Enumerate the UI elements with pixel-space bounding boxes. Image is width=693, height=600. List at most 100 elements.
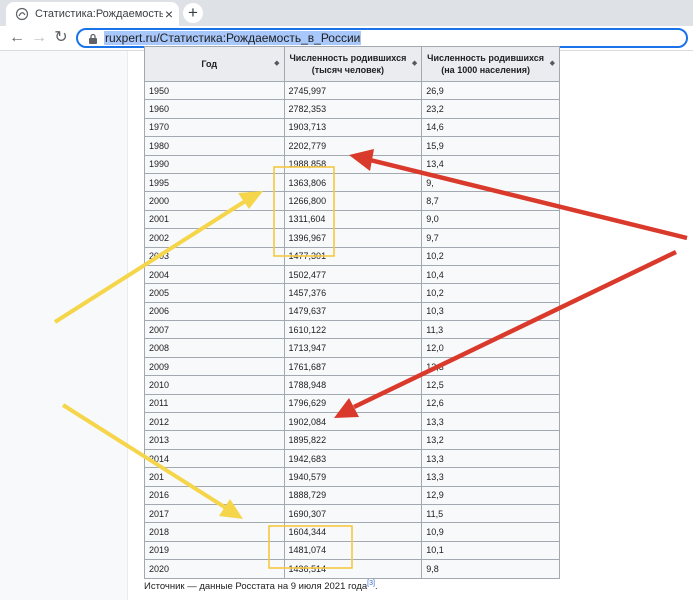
sort-icon[interactable]: ◆: [274, 58, 279, 70]
header-births-per-1000-label: Численность родившихся (на 1000 населени…: [427, 53, 545, 75]
header-year[interactable]: Год ◆: [144, 46, 285, 82]
cell-births-per-1000: 13,3: [421, 412, 560, 432]
cell-year: 1995: [144, 172, 285, 193]
table-row: 1990 1988,858 13,4: [144, 154, 560, 174]
cell-year: 2013: [144, 430, 285, 450]
cell-year: 2011: [144, 393, 285, 414]
cell-year: 2003: [144, 246, 285, 266]
cell-births-thousands: 1311,604: [283, 209, 423, 230]
cell-births-thousands: 1940,579: [283, 467, 423, 487]
back-arrow-icon[interactable]: ←: [6, 27, 28, 49]
cell-births-per-1000: 10,3: [421, 301, 560, 322]
table-row: 1995 1363,806 9,: [144, 172, 560, 193]
cell-births-per-1000: 13,2: [421, 430, 560, 450]
cell-births-thousands: 1761,687: [283, 356, 423, 377]
cell-births-thousands: 1988,858: [283, 154, 423, 174]
cell-births-per-1000: 15,9: [421, 136, 560, 156]
cell-year: 2007: [144, 320, 285, 340]
cell-births-thousands: 1903,713: [283, 117, 423, 138]
cell-year: 2009: [144, 356, 285, 377]
table-row: 2006 1479,637 10,3: [144, 301, 560, 322]
cell-births-per-1000: 13,4: [421, 154, 560, 174]
cell-births-thousands: 1477,301: [283, 246, 423, 266]
cell-births-per-1000: 12,3: [421, 356, 560, 377]
cell-year: 2020: [144, 559, 285, 579]
table-body: 1950 2745,997 26,9 1960 2782,353 23,2 1970 1903…: [144, 80, 560, 579]
cell-births-per-1000: 10,2: [421, 283, 560, 303]
table-row: 2012 1902,084 13,3: [144, 412, 560, 432]
tab-title: Статистика:Рождаемость в Росс: [35, 8, 163, 20]
cell-births-thousands: 1479,637: [283, 301, 423, 322]
cell-births-thousands: 2745,997: [283, 80, 423, 101]
cell-year: 1980: [144, 136, 285, 156]
cell-births-thousands: 1713,947: [283, 338, 423, 358]
table-row: 1960 2782,353 23,2: [144, 99, 560, 119]
cell-year: 2001: [144, 209, 285, 230]
table-row: 2018 1604,344 10,9: [144, 522, 560, 542]
table-row: 2011 1796,629 12,6: [144, 393, 560, 414]
source-text: Источник — данные Росстата на 9 июля 202…: [144, 581, 368, 593]
cell-births-per-1000: 10,2: [421, 246, 560, 266]
cell-births-thousands: 1788,948: [283, 375, 423, 395]
cell-births-per-1000: 13,3: [421, 467, 560, 487]
cell-year: 2008: [144, 338, 285, 358]
table-row: 2007 1610,122 11,3: [144, 320, 560, 340]
sort-icon[interactable]: ◆: [550, 58, 555, 70]
cell-births-thousands: 1396,967: [283, 228, 423, 248]
table-row: 2013 1895,822 13,2: [144, 430, 560, 450]
address-url[interactable]: ruxpert.ru/Статистика:Рождаемость_в_Росс…: [104, 31, 362, 45]
cell-births-per-1000: 26,9: [421, 80, 560, 101]
header-births-per-1000[interactable]: Численность родившихся (на 1000 населени…: [421, 46, 560, 82]
cell-births-per-1000: 12,9: [421, 485, 560, 505]
cell-births-per-1000: 10,1: [421, 540, 560, 561]
sort-icon[interactable]: ◆: [412, 58, 417, 70]
cell-births-thousands: 1266,800: [283, 191, 423, 211]
table-row: 2001 1311,604 9,0: [144, 209, 560, 230]
table-row: 1980 2202,779 15,9: [144, 136, 560, 156]
cell-year: 2010: [144, 375, 285, 395]
table-row: 201 1940,579 13,3: [144, 467, 560, 487]
cell-births-thousands: 1888,729: [283, 485, 423, 505]
cell-births-per-1000: 11,3: [421, 320, 560, 340]
forward-arrow-icon[interactable]: →: [28, 27, 50, 49]
tab-close-icon[interactable]: ×: [165, 5, 173, 23]
cell-births-thousands: 1690,307: [283, 503, 423, 524]
cell-births-thousands: 1942,683: [283, 448, 423, 469]
page-sidebar: [0, 51, 128, 600]
table-row: 2020 1436,514 9,8: [144, 559, 560, 579]
reference-link[interactable]: [3]: [367, 580, 375, 587]
cell-year: 2005: [144, 283, 285, 303]
cell-births-thousands: 1610,122: [283, 320, 423, 340]
table-row: 1950 2745,997 26,9: [144, 80, 560, 101]
cell-births-thousands: 1457,376: [283, 283, 423, 303]
reload-icon[interactable]: ↻: [50, 27, 72, 49]
table-row: 2008 1713,947 12,0: [144, 338, 560, 358]
cell-year: 2016: [144, 485, 285, 505]
site-favicon-icon: [15, 7, 29, 21]
address-bar[interactable]: ruxpert.ru/Статистика:Рождаемость_в_Росс…: [76, 28, 688, 48]
cell-births-per-1000: 10,4: [421, 264, 560, 285]
table-row: 2000 1266,800 8,7: [144, 191, 560, 211]
cell-year: 1970: [144, 117, 285, 138]
table-row: 2002 1396,967 9,7: [144, 228, 560, 248]
lock-icon: [89, 33, 97, 44]
table-row: 1970 1903,713 14,6: [144, 117, 560, 138]
table-row: 2005 1457,376 10,2: [144, 283, 560, 303]
cell-births-per-1000: 8,7: [421, 191, 560, 211]
cell-year: 2006: [144, 301, 285, 322]
cell-year: 2019: [144, 540, 285, 561]
cell-births-thousands: 2782,353: [283, 99, 423, 119]
new-tab-button[interactable]: +: [183, 3, 203, 23]
table-row: 2016 1888,729 12,9: [144, 485, 560, 505]
cell-year: 2000: [144, 191, 285, 211]
cell-year: 201: [144, 467, 285, 487]
cell-births-per-1000: 13,3: [421, 448, 560, 469]
table-row: 2003 1477,301 10,2: [144, 246, 560, 266]
cell-year: 2014: [144, 448, 285, 469]
table-row: 2019 1481,074 10,1: [144, 540, 560, 561]
browser-tab[interactable]: Статистика:Рождаемость в Росс ×: [6, 2, 179, 26]
cell-births-thousands: 1895,822: [283, 430, 423, 450]
cell-year: 1990: [144, 154, 285, 174]
cell-births-per-1000: 11,5: [421, 503, 560, 524]
header-births-thousands[interactable]: Численность родившихся (тысяч человек) ◆: [283, 46, 423, 82]
